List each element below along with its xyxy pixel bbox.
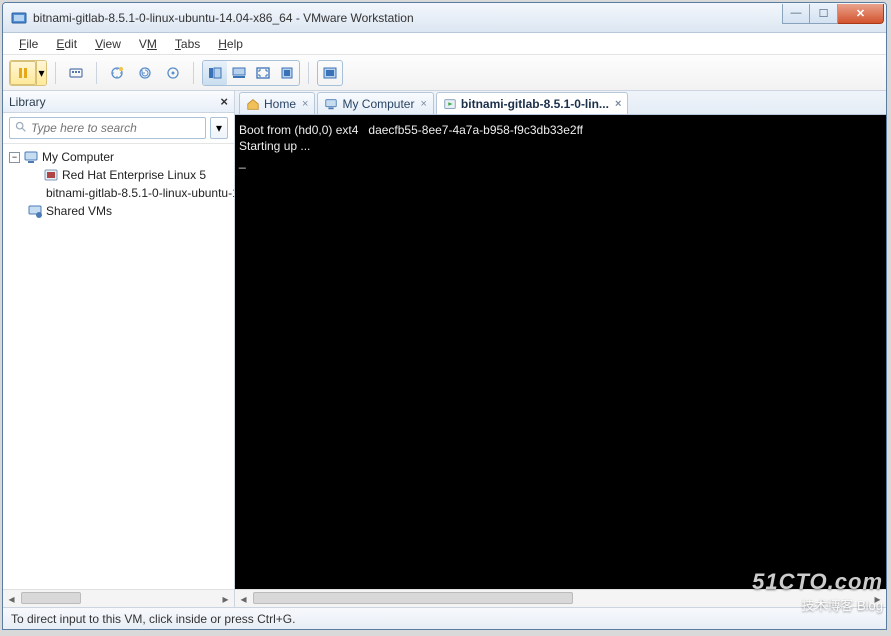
- menu-vm[interactable]: VM: [131, 35, 165, 53]
- search-icon: [14, 120, 27, 136]
- library-title: Library: [9, 95, 46, 109]
- window-controls: — ☐ ✕: [782, 4, 886, 24]
- library-tree: − My Computer Red Hat Enterprise Linux 5: [3, 144, 234, 589]
- terminal-cursor: _: [239, 155, 246, 169]
- menu-help[interactable]: Help: [210, 35, 251, 53]
- tree-item-bitnami[interactable]: bitnami-gitlab-8.5.1-0-linux-ubuntu-14.0…: [3, 184, 234, 202]
- menu-file[interactable]: File: [11, 35, 46, 53]
- tab-bar: Home × My Computer × bitnami-gitlab-8.5.…: [235, 91, 886, 115]
- terminal-line: Starting up ...: [239, 139, 310, 153]
- main-panel: Home × My Computer × bitnami-gitlab-8.5.…: [235, 91, 886, 607]
- search-input[interactable]: [31, 121, 201, 135]
- toolbar-separator: [308, 62, 309, 84]
- tree-label: Shared VMs: [46, 204, 112, 218]
- menubar: File Edit View VM Tabs Help: [3, 33, 886, 55]
- tab-label: My Computer: [342, 97, 414, 111]
- close-button[interactable]: ✕: [838, 4, 884, 24]
- tab-mycomputer[interactable]: My Computer ×: [317, 92, 433, 114]
- search-box[interactable]: [9, 117, 206, 139]
- app-window: bitnami-gitlab-8.5.1-0-linux-ubuntu-14.0…: [2, 2, 887, 630]
- snapshot-revert-button[interactable]: [133, 61, 157, 85]
- terminal-line: Boot from (hd0,0) ext4 daecfb55-8ee7-4a7…: [239, 123, 583, 137]
- tab-home[interactable]: Home ×: [239, 92, 315, 114]
- tree-item-redhat[interactable]: Red Hat Enterprise Linux 5: [3, 166, 234, 184]
- menu-edit[interactable]: Edit: [48, 35, 85, 53]
- menu-view[interactable]: View: [87, 35, 129, 53]
- scroll-left-icon[interactable]: ◂: [3, 590, 20, 607]
- computer-icon: [23, 149, 39, 165]
- toolbar-separator: [55, 62, 56, 84]
- tab-vm-bitnami[interactable]: bitnami-gitlab-8.5.1-0-lin... ×: [436, 92, 628, 114]
- library-header: Library ×: [3, 91, 234, 113]
- library-search-row: ▾: [3, 113, 234, 144]
- library-panel: Library × ▾ − My Computer: [3, 91, 235, 607]
- library-hscrollbar[interactable]: ◂ ▸: [3, 589, 234, 607]
- library-close-button[interactable]: ×: [220, 94, 228, 109]
- main-hscrollbar[interactable]: ◂ ▸: [235, 589, 886, 607]
- scroll-right-icon[interactable]: ▸: [869, 590, 886, 607]
- status-text: To direct input to this VM, click inside…: [11, 612, 295, 626]
- content-area: Library × ▾ − My Computer: [3, 91, 886, 607]
- snapshot-manager-button[interactable]: [161, 61, 185, 85]
- power-button-group: ▾: [9, 60, 47, 86]
- fullscreen-button[interactable]: [251, 61, 275, 85]
- titlebar[interactable]: bitnami-gitlab-8.5.1-0-linux-ubuntu-14.0…: [3, 3, 886, 33]
- scroll-left-icon[interactable]: ◂: [235, 590, 252, 607]
- snapshot-take-button[interactable]: [105, 61, 129, 85]
- maximize-button[interactable]: ☐: [810, 4, 838, 24]
- statusbar: To direct input to this VM, click inside…: [3, 607, 886, 629]
- app-icon: [11, 10, 27, 26]
- scroll-thumb[interactable]: [21, 592, 81, 604]
- power-dropdown[interactable]: ▾: [36, 61, 46, 85]
- tab-label: bitnami-gitlab-8.5.1-0-lin...: [461, 97, 609, 111]
- tab-close-icon[interactable]: ×: [420, 98, 426, 110]
- send-keys-button[interactable]: [64, 61, 88, 85]
- console-group: [317, 60, 343, 86]
- shared-vms-icon: [27, 203, 43, 219]
- toolbar: ▾: [3, 55, 886, 91]
- minimize-button[interactable]: —: [782, 4, 810, 24]
- pause-button[interactable]: [10, 61, 36, 85]
- search-filter-dropdown[interactable]: ▾: [210, 117, 228, 139]
- window-title: bitnami-gitlab-8.5.1-0-linux-ubuntu-14.0…: [33, 11, 782, 25]
- view-mode-group: [202, 60, 300, 86]
- home-icon: [246, 97, 260, 111]
- tab-close-icon[interactable]: ×: [615, 98, 621, 110]
- toolbar-separator: [193, 62, 194, 84]
- show-library-button[interactable]: [203, 61, 227, 85]
- vm-off-icon: [43, 167, 59, 183]
- tree-label: Red Hat Enterprise Linux 5: [62, 168, 206, 182]
- computer-icon: [324, 97, 338, 111]
- tree-label: My Computer: [42, 150, 114, 164]
- scroll-thumb[interactable]: [253, 592, 573, 604]
- unity-button[interactable]: [275, 61, 299, 85]
- menu-tabs[interactable]: Tabs: [167, 35, 208, 53]
- scroll-right-icon[interactable]: ▸: [217, 590, 234, 607]
- vm-console[interactable]: Boot from (hd0,0) ext4 daecfb55-8ee7-4a7…: [235, 115, 886, 589]
- tab-label: Home: [264, 97, 296, 111]
- toolbar-separator: [96, 62, 97, 84]
- tab-close-icon[interactable]: ×: [302, 98, 308, 110]
- vm-running-icon: [443, 97, 457, 111]
- tree-label: bitnami-gitlab-8.5.1-0-linux-ubuntu-14.0…: [46, 186, 234, 200]
- show-console-button[interactable]: [318, 61, 342, 85]
- tree-root-mycomputer[interactable]: − My Computer: [3, 148, 234, 166]
- thumbnail-view-button[interactable]: [227, 61, 251, 85]
- collapse-icon[interactable]: −: [9, 152, 20, 163]
- tree-shared-vms[interactable]: Shared VMs: [3, 202, 234, 220]
